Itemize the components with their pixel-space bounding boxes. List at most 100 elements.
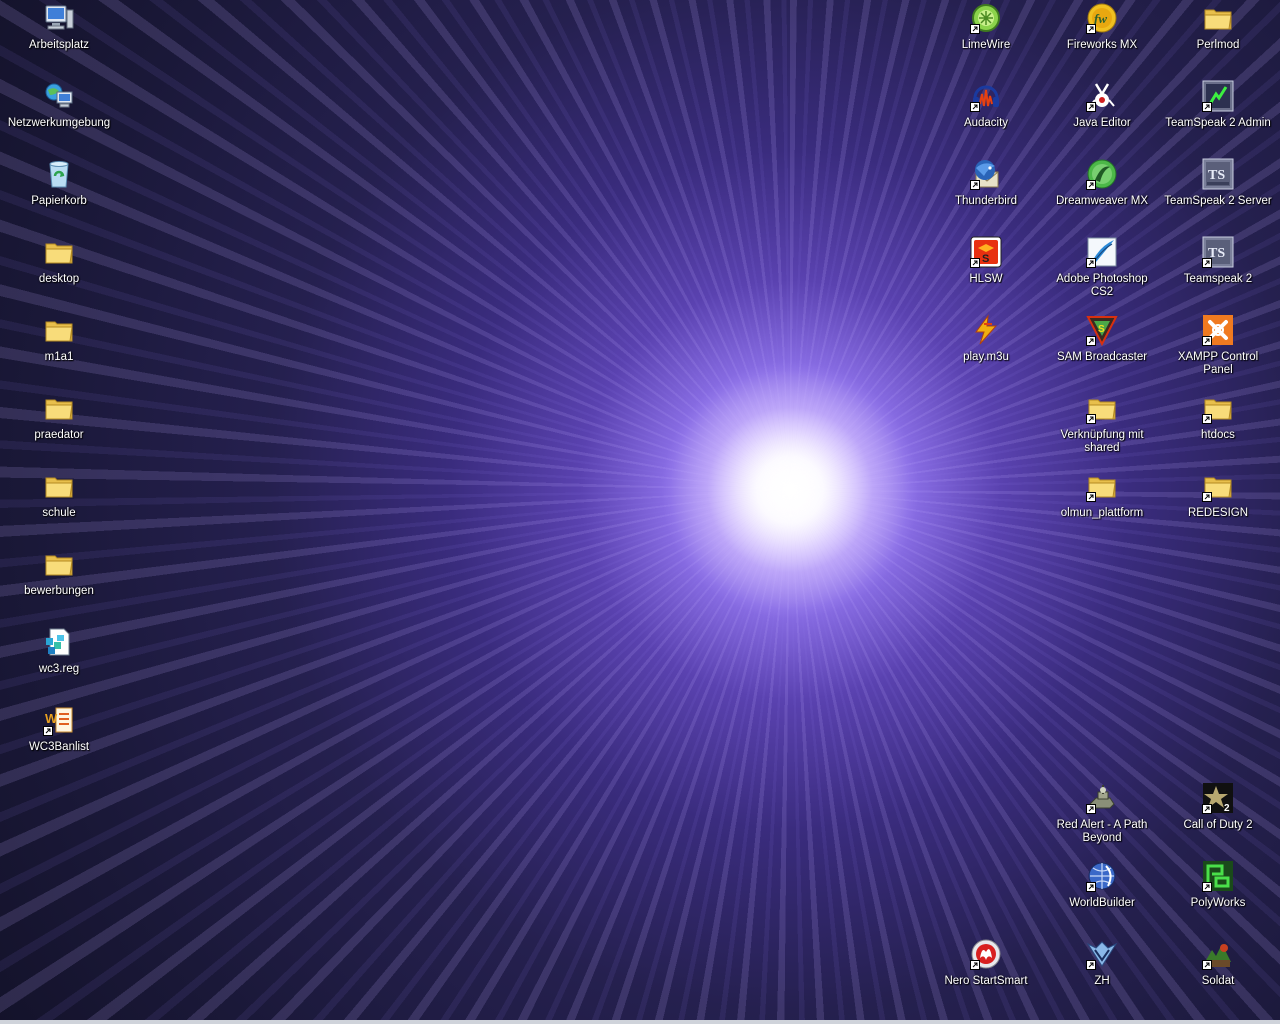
desktop-icon-label: PolyWorks bbox=[1190, 897, 1246, 909]
desktop-icon-play-m3u[interactable]: play.m3u bbox=[928, 314, 1044, 390]
desktop-icon-redesign[interactable]: REDESIGN bbox=[1160, 470, 1276, 546]
photoshop-icon bbox=[1086, 236, 1118, 268]
desktop-icon-worldbuilder[interactable]: WorldBuilder bbox=[1044, 860, 1160, 936]
desktop-icon-olmun-plattform[interactable]: olmun_plattform bbox=[1044, 470, 1160, 546]
folder-icon bbox=[43, 548, 75, 580]
folder-icon bbox=[1086, 392, 1118, 424]
shortcut-arrow-icon bbox=[1086, 336, 1096, 346]
desktop-icon-fireworks-mx[interactable]: fw Fireworks MX bbox=[1044, 2, 1160, 78]
shortcut-arrow-icon bbox=[1086, 414, 1096, 424]
shortcut-arrow-icon bbox=[1202, 960, 1212, 970]
desktop-icon-wc3-reg[interactable]: wc3.reg bbox=[1, 626, 117, 702]
xampp-icon bbox=[1202, 314, 1234, 346]
desktop-icon-java-editor[interactable]: Java Editor bbox=[1044, 80, 1160, 156]
shortcut-arrow-icon bbox=[970, 102, 980, 112]
desktop-icon-folder-schule[interactable]: schule bbox=[1, 470, 117, 546]
desktop-icon-folder-desktop[interactable]: desktop bbox=[1, 236, 117, 312]
desktop-icon-adobe-photoshop-cs2[interactable]: Adobe Photoshop CS2 bbox=[1044, 236, 1160, 312]
desktop-icon-verknuepfung-mit-shared[interactable]: Verknüpfung mit shared bbox=[1044, 392, 1160, 468]
desktop-icon-nero-startsmart[interactable]: Nero StartSmart bbox=[928, 938, 1044, 1014]
desktop-icon-label: Netzwerkumgebung bbox=[7, 117, 111, 129]
desktop-icon-folder-praedator[interactable]: praedator bbox=[1, 392, 117, 468]
desktop-icon-label: HLSW bbox=[969, 273, 1003, 285]
desktop-icon-label: Soldat bbox=[1201, 975, 1235, 987]
java-editor-icon bbox=[1086, 80, 1118, 112]
shortcut-arrow-icon bbox=[1202, 882, 1212, 892]
desktop-icon-label: play.m3u bbox=[963, 351, 1009, 363]
desktop-icon-label: bewerbungen bbox=[24, 585, 94, 597]
registry-file-icon bbox=[43, 626, 75, 658]
desktop-icon-dreamweaver-mx[interactable]: Dreamweaver MX bbox=[1044, 158, 1160, 234]
nero-icon bbox=[970, 938, 1002, 970]
desktop-icon-teamspeak-2-admin[interactable]: TeamSpeak 2 Admin bbox=[1160, 80, 1276, 156]
desktop-icon-polyworks[interactable]: PolyWorks bbox=[1160, 860, 1276, 936]
hlsw-icon: S bbox=[970, 236, 1002, 268]
wc3banlist-icon: W bbox=[43, 704, 75, 736]
desktop-icon-folder-m1a1[interactable]: m1a1 bbox=[1, 314, 117, 390]
desktop-icon-papierkorb[interactable]: Papierkorb bbox=[1, 158, 117, 234]
shortcut-arrow-icon bbox=[1202, 414, 1212, 424]
screen-bottom-border bbox=[0, 1020, 1280, 1024]
shortcut-arrow-icon bbox=[1086, 882, 1096, 892]
desktop-icon-label: desktop bbox=[38, 273, 80, 285]
shortcut-arrow-icon bbox=[43, 726, 53, 736]
desktop-icon-label: XAMPP Control Panel bbox=[1177, 351, 1259, 376]
limewire-icon bbox=[970, 2, 1002, 34]
network-icon bbox=[43, 80, 75, 112]
desktop-icon-label: Adobe Photoshop CS2 bbox=[1056, 273, 1148, 298]
desktop-icon-label: schule bbox=[42, 507, 76, 519]
thunderbird-icon bbox=[970, 158, 1002, 190]
red-alert-icon bbox=[1086, 782, 1118, 814]
desktop-icon-label: Dreamweaver MX bbox=[1055, 195, 1149, 207]
svg-text:S: S bbox=[982, 253, 989, 265]
desktop-icon-folder-bewerbungen[interactable]: bewerbungen bbox=[1, 548, 117, 624]
desktop-icon-netzwerkumgebung[interactable]: Netzwerkumgebung bbox=[1, 80, 117, 156]
wallpaper-glow bbox=[660, 360, 920, 620]
desktop-icon-call-of-duty-2[interactable]: 2 Call of Duty 2 bbox=[1160, 782, 1276, 858]
desktop-icon-label: Papierkorb bbox=[31, 195, 87, 207]
shortcut-arrow-icon bbox=[1086, 492, 1096, 502]
folder-icon bbox=[43, 470, 75, 502]
computer-icon bbox=[43, 2, 75, 34]
desktop-icon-label: Audacity bbox=[963, 117, 1009, 129]
desktop[interactable]: { "desktop": { "left_icons": [ {"label":… bbox=[0, 0, 1280, 1024]
folder-icon bbox=[1202, 470, 1234, 502]
shortcut-arrow-icon bbox=[1202, 258, 1212, 268]
desktop-icon-wc3banlist[interactable]: W WC3Banlist bbox=[1, 704, 117, 780]
shortcut-arrow-icon bbox=[970, 180, 980, 190]
desktop-icon-label: Nero StartSmart bbox=[944, 975, 1028, 987]
desktop-icon-hlsw[interactable]: S HLSW bbox=[928, 236, 1044, 312]
folder-icon bbox=[43, 236, 75, 268]
desktop-icon-limewire[interactable]: LimeWire bbox=[928, 2, 1044, 78]
desktop-icon-folder-perlmod[interactable]: Perlmod bbox=[1160, 2, 1276, 78]
winamp-playlist-icon bbox=[970, 314, 1002, 346]
audacity-icon bbox=[970, 80, 1002, 112]
shortcut-arrow-icon bbox=[970, 24, 980, 34]
desktop-icon-label: Thunderbird bbox=[954, 195, 1017, 207]
svg-text:TS: TS bbox=[1208, 168, 1225, 183]
desktop-icon-label: LimeWire bbox=[961, 39, 1011, 51]
desktop-icon-label: WC3Banlist bbox=[28, 741, 90, 753]
desktop-icon-thunderbird[interactable]: Thunderbird bbox=[928, 158, 1044, 234]
desktop-icon-teamspeak-2[interactable]: TS Teamspeak 2 bbox=[1160, 236, 1276, 312]
folder-icon bbox=[43, 314, 75, 346]
desktop-icon-xampp-control-panel[interactable]: XAMPP Control Panel bbox=[1160, 314, 1276, 390]
desktop-icon-htdocs[interactable]: htdocs bbox=[1160, 392, 1276, 468]
soldat-icon bbox=[1202, 938, 1234, 970]
desktop-icon-label: Verknüpfung mit shared bbox=[1060, 429, 1144, 454]
zh-icon bbox=[1086, 938, 1118, 970]
dreamweaver-icon bbox=[1086, 158, 1118, 190]
desktop-icon-zh[interactable]: ZH bbox=[1044, 938, 1160, 1014]
desktop-icon-sam-broadcaster[interactable]: S SAM Broadcaster bbox=[1044, 314, 1160, 390]
desktop-icon-label: SAM Broadcaster bbox=[1056, 351, 1148, 363]
desktop-icon-teamspeak-2-server[interactable]: TS TeamSpeak 2 Server bbox=[1160, 158, 1276, 234]
worldbuilder-icon bbox=[1086, 860, 1118, 892]
folder-icon bbox=[1202, 392, 1234, 424]
desktop-icon-soldat[interactable]: Soldat bbox=[1160, 938, 1276, 1014]
desktop-icon-label: TeamSpeak 2 Admin bbox=[1165, 117, 1271, 129]
teamspeak-server-icon: TS bbox=[1202, 158, 1234, 190]
desktop-icon-arbeitsplatz[interactable]: Arbeitsplatz bbox=[1, 2, 117, 78]
desktop-icon-red-alert[interactable]: Red Alert - A Path Beyond bbox=[1044, 782, 1160, 848]
desktop-icon-audacity[interactable]: Audacity bbox=[928, 80, 1044, 156]
shortcut-arrow-icon bbox=[970, 258, 980, 268]
